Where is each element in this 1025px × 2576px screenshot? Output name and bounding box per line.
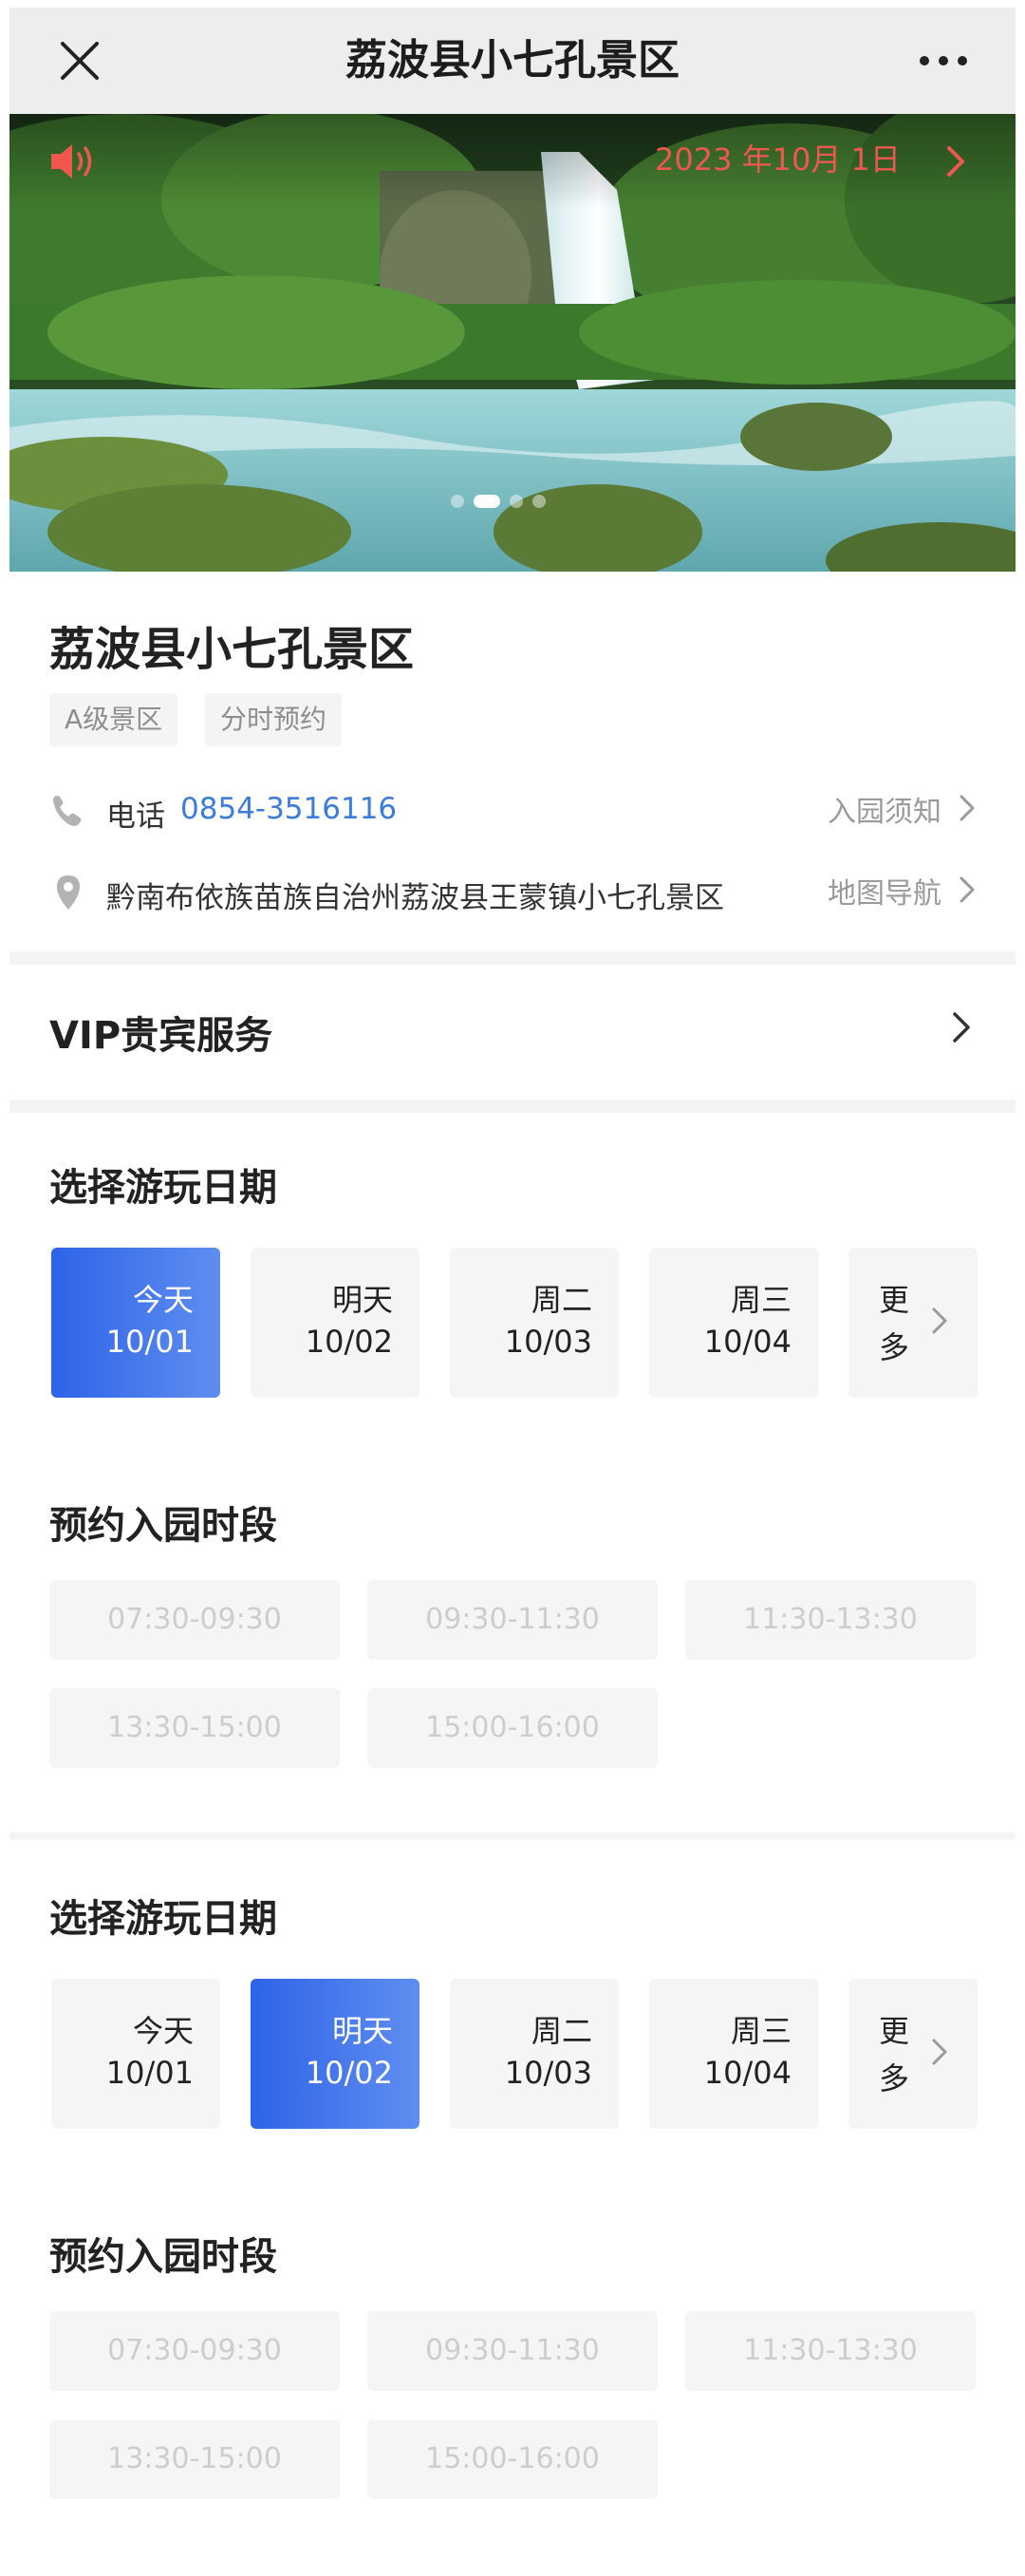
map-navigation-link[interactable]: 地图导航 — [828, 870, 941, 912]
phone-label: 电话 — [106, 799, 165, 834]
banner-date: 2023 年10月 1日 — [655, 141, 901, 178]
banner-carousel[interactable]: 2023 年10月 1日 — [9, 114, 1016, 572]
date-value: 10/04 — [703, 1324, 792, 1360]
chevron-right-icon — [932, 1307, 947, 1334]
timeslot-section-title: 预约入园时段 — [49, 2235, 277, 2279]
carousel-dot — [532, 495, 546, 508]
more-icon[interactable] — [915, 42, 972, 80]
date-value: 10/02 — [305, 1324, 393, 1360]
date-weekday: 明天 — [331, 1282, 393, 1318]
date-weekday: 明天 — [331, 2013, 393, 2049]
vip-service-label[interactable]: VIP贵宾服务 — [49, 1005, 272, 1060]
date-value: 10/01 — [105, 1324, 194, 1360]
date-weekday: 周三 — [730, 2013, 792, 2049]
timeslot-option[interactable]: 13:30-15:00 — [49, 2419, 340, 2499]
more-label-1: 更 — [879, 1282, 910, 1318]
timeslot-option[interactable]: 15:00-16:00 — [367, 2419, 658, 2499]
timeslot-option[interactable]: 15:00-16:00 — [367, 1688, 658, 1768]
date-option-wednesday[interactable]: 周三 10/04 — [649, 1248, 818, 1398]
location-pin-icon — [57, 875, 80, 910]
date-value: 10/03 — [504, 1324, 592, 1360]
more-label-1: 更 — [879, 2013, 910, 2049]
section-divider — [9, 1100, 1016, 1113]
chevron-right-icon[interactable] — [949, 1008, 974, 1046]
date-weekday: 周二 — [531, 2013, 592, 2049]
date-option-today[interactable]: 今天 10/01 — [51, 1979, 220, 2129]
date-weekday: 周二 — [531, 1282, 592, 1318]
timeslot-option[interactable]: 09:30-11:30 — [367, 2311, 658, 2391]
chevron-right-icon[interactable] — [957, 792, 978, 824]
nav-bar: 荔波县小七孔景区 — [9, 8, 1016, 114]
section-divider — [9, 951, 1016, 965]
date-weekday: 周三 — [730, 1282, 792, 1318]
date-option-tomorrow[interactable]: 明天 10/02 — [251, 1248, 419, 1398]
phone-icon — [53, 796, 82, 826]
more-label-2: 多 — [879, 2060, 910, 2097]
carousel-dot — [510, 495, 523, 508]
chevron-right-icon[interactable] — [941, 142, 970, 180]
date-option-tuesday[interactable]: 周二 10/03 — [450, 1248, 619, 1398]
more-label-2: 多 — [879, 1329, 910, 1365]
timeslot-option[interactable]: 07:30-09:30 — [49, 2311, 340, 2391]
date-option-today[interactable]: 今天 10/01 — [51, 1248, 220, 1398]
date-option-tomorrow[interactable]: 明天 10/02 — [251, 1979, 419, 2129]
date-weekday: 今天 — [132, 1282, 194, 1318]
page-title: 荔波县小七孔景区 — [345, 36, 680, 85]
date-section-title: 选择游玩日期 — [49, 1166, 277, 1210]
address-text: 黔南布依族苗族自治州荔波县王蒙镇小七孔景区 — [106, 881, 724, 915]
date-section-title: 选择游玩日期 — [49, 1897, 277, 1941]
timeslot-option[interactable]: 11:30-13:30 — [685, 1580, 976, 1660]
date-value: 10/02 — [305, 2055, 393, 2091]
timeslot-option[interactable]: 09:30-11:30 — [367, 1580, 658, 1660]
chevron-right-icon — [932, 2039, 947, 2065]
more-dates-button[interactable]: 更 多 — [848, 1979, 978, 2129]
chevron-right-icon[interactable] — [957, 874, 978, 906]
date-option-tuesday[interactable]: 周二 10/03 — [450, 1979, 619, 2129]
carousel-dot — [451, 495, 464, 508]
speaker-icon[interactable] — [47, 139, 99, 184]
phone-number-link[interactable]: 0854-3516116 — [180, 792, 397, 826]
date-value: 10/01 — [105, 2055, 194, 2091]
scenic-name: 荔波县小七孔景区 — [49, 623, 415, 676]
carousel-indicator — [451, 492, 546, 511]
timeslot-option[interactable]: 13:30-15:00 — [49, 1688, 340, 1768]
tag-timed-booking: 分时预约 — [205, 693, 343, 746]
date-value: 10/03 — [504, 2055, 592, 2091]
timeslot-section-title: 预约入园时段 — [49, 1504, 277, 1548]
carousel-dot-active — [474, 495, 500, 508]
date-value: 10/04 — [703, 2055, 792, 2091]
timeslot-option[interactable]: 07:30-09:30 — [49, 1580, 340, 1660]
section-divider — [9, 1833, 1016, 1840]
entry-notice-link[interactable]: 入园须知 — [828, 788, 941, 830]
app-frame: 荔波县小七孔景区 2023 年10月 1日 荔波县小七孔景区 A级景区 分时预约… — [9, 8, 1016, 2576]
tag-grade: A级景区 — [49, 693, 178, 746]
date-option-wednesday[interactable]: 周三 10/04 — [649, 1979, 818, 2129]
more-dates-button[interactable]: 更 多 — [848, 1248, 978, 1398]
date-weekday: 今天 — [132, 2013, 194, 2049]
timeslot-option[interactable]: 11:30-13:30 — [685, 2311, 976, 2391]
